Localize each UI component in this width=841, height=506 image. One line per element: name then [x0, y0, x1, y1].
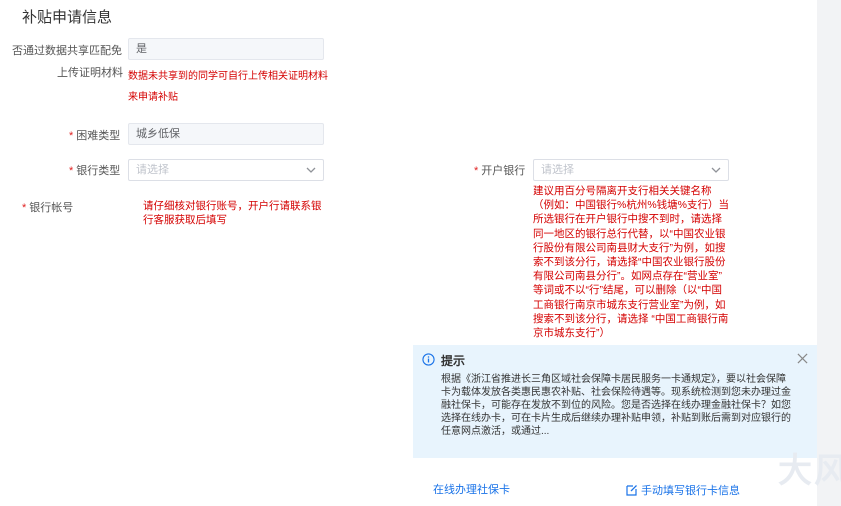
- tip-alert: 提示 根据《浙江省推进长三角区域社会保障卡居民服务一卡通规定》，要以社会保障卡为…: [413, 345, 817, 458]
- shared-match-field: 是: [128, 38, 324, 60]
- close-icon[interactable]: [797, 353, 808, 364]
- difficulty-value: 城乡低保: [136, 128, 180, 140]
- online-card-link[interactable]: 在线办理社保卡: [433, 481, 510, 497]
- form-panel: 补贴申请信息 否通过数据共享匹配免 是 上传证明材料 数据未共享到的同学可自行上…: [0, 0, 841, 506]
- watermark: 大风: [778, 452, 841, 490]
- edit-icon: [626, 485, 637, 496]
- upload-note-line1: 数据未共享到的同学可自行上传相关证明材料: [128, 71, 328, 82]
- branch-bank-hint: 建议用百分号隔离开支行相关关键名称 （例如：中国银行%杭州%钱塘%支行）当 所选…: [533, 185, 730, 340]
- bank-account-label: * 银行帐号: [22, 202, 74, 214]
- bank-type-select[interactable]: 请选择: [128, 159, 324, 181]
- chevron-down-icon: [711, 167, 721, 173]
- difficulty-label: * 困难类型: [69, 130, 121, 142]
- info-icon: [422, 353, 435, 366]
- tip-body: 根据《浙江省推进长三角区域社会保障卡居民服务一卡通规定》，要以社会保障卡为载体发…: [441, 374, 791, 437]
- tip-title: 提示: [441, 354, 466, 368]
- branch-bank-placeholder: 请选择: [541, 164, 574, 176]
- shared-match-label: 否通过数据共享匹配免: [12, 45, 122, 57]
- section-title: 补贴申请信息: [22, 9, 113, 26]
- difficulty-select: 城乡低保: [128, 123, 324, 145]
- manual-bank-link[interactable]: 手动填写银行卡信息: [626, 482, 740, 498]
- shared-match-value: 是: [136, 43, 147, 55]
- branch-bank-select[interactable]: 请选择: [533, 159, 729, 181]
- upload-label: 上传证明材料: [57, 67, 123, 79]
- branch-bank-label: * 开户银行: [474, 165, 526, 177]
- chevron-down-icon: [306, 167, 316, 173]
- bank-type-placeholder: 请选择: [136, 164, 169, 176]
- bank-account-hint: 请仔细核对银行账号，开户行请联系银 行客服获取后填写: [143, 200, 322, 226]
- bank-type-label: * 银行类型: [69, 165, 121, 177]
- upload-note-line2: 来申请补贴: [128, 92, 178, 103]
